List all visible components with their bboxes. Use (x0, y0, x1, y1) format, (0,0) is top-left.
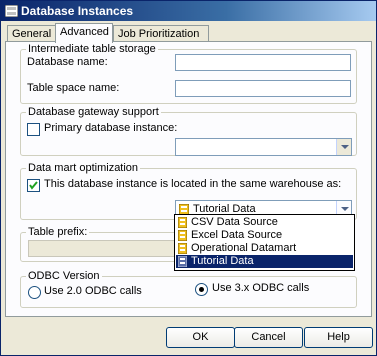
tablespace-label: Table space name: (27, 82, 120, 94)
odbc3x-radio[interactable] (195, 283, 208, 296)
odbc3x-label: Use 3.x ODBC calls (212, 282, 310, 294)
chevron-down-icon (341, 207, 349, 211)
tab-general[interactable]: General (7, 25, 57, 42)
list-item-label: Operational Datamart (191, 242, 297, 254)
db-name-input[interactable] (175, 54, 351, 71)
list-item[interactable]: Operational Datamart (176, 242, 353, 255)
dialog-window: Database Instances General Advanced Job … (0, 0, 377, 356)
check-icon (29, 181, 38, 190)
group-title-intermediate: Intermediate table storage (26, 43, 158, 55)
cancel-button[interactable]: Cancel (234, 327, 303, 348)
combo-arrow[interactable] (336, 139, 351, 155)
same-warehouse-checkbox[interactable] (27, 179, 40, 192)
primary-instance-checkbox[interactable] (27, 123, 40, 136)
title-bar[interactable]: Database Instances (1, 1, 376, 21)
primary-instance-label: Primary database instance: (44, 122, 178, 134)
list-item[interactable]: CSV Data Source (176, 216, 353, 229)
list-item-selected[interactable]: Tutorial Data (176, 255, 353, 268)
list-item-label: CSV Data Source (191, 216, 278, 228)
list-item-label: Tutorial Data (191, 255, 254, 267)
database-icon (178, 256, 187, 267)
chevron-down-icon (341, 145, 349, 149)
tablespace-input[interactable] (175, 80, 351, 97)
list-item-label: Excel Data Source (191, 229, 283, 241)
window-title: Database Instances (21, 4, 134, 18)
group-title-odbc: ODBC Version (26, 270, 102, 282)
odbc20-radio[interactable] (28, 286, 41, 299)
tab-job-prioritization-label: Job Prioritization (118, 28, 200, 40)
group-title-datamart: Data mart optimization (26, 162, 141, 174)
database-icon (178, 217, 187, 228)
same-warehouse-label: This database instance is located in the… (44, 178, 342, 190)
table-prefix-label: Table prefix: (26, 226, 90, 238)
primary-instance-combo[interactable] (175, 138, 352, 156)
ok-button[interactable]: OK (166, 327, 235, 348)
tab-job-prioritization[interactable]: Job Prioritization (113, 25, 209, 42)
database-icon (178, 230, 187, 241)
warehouse-dropdown-list[interactable]: CSV Data Source Excel Data Source Operat… (174, 214, 355, 271)
tab-advanced[interactable]: Advanced (55, 23, 113, 43)
db-name-label: Database name: (27, 56, 108, 68)
list-item[interactable]: Excel Data Source (176, 229, 353, 242)
radio-dot (199, 287, 204, 292)
group-title-gateway: Database gateway support (26, 106, 161, 118)
help-button[interactable]: Help (304, 327, 373, 348)
odbc20-label: Use 2.0 ODBC calls (44, 285, 142, 297)
database-icon (5, 5, 18, 17)
table-prefix-input[interactable] (28, 240, 178, 257)
database-icon (178, 243, 187, 254)
tab-panel-advanced: Intermediate table storage Database name… (5, 41, 372, 317)
